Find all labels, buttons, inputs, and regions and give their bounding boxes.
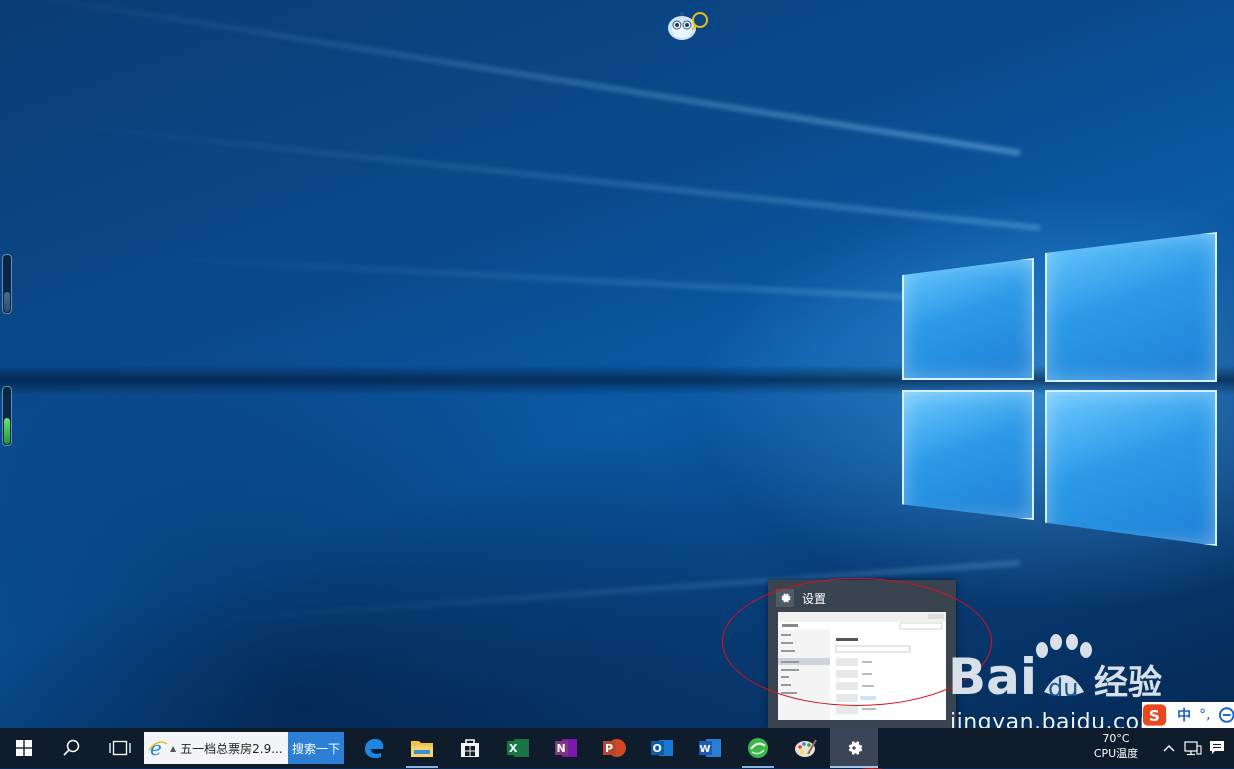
ie-search-text[interactable]: 五一档总票房2.9... [180,740,283,757]
svg-text:S: S [1149,707,1160,725]
search-now-button[interactable]: 搜索一下 [288,732,344,764]
powerpoint-icon: P [603,739,626,757]
network-icon [1184,741,1202,756]
left-edge-meter[interactable] [2,254,12,314]
wallpaper-pane [902,390,1034,520]
wallpaper-pane [1045,232,1217,382]
taskbar-outlook[interactable]: O [638,728,686,768]
svg-text:du: du [1048,674,1078,702]
ime-toolbar[interactable]: S 中 °, [1142,702,1234,728]
taskbar-settings[interactable] [830,728,878,768]
start-button[interactable] [0,728,48,768]
show-hidden-icons-button[interactable] [1160,738,1178,758]
settings-gear-icon [848,741,863,755]
paint-icon [795,739,817,757]
search-icon [63,739,80,756]
outlook-icon: O [651,740,673,756]
taskbar-excel[interactable]: X [494,728,542,768]
windows-start-icon [16,740,32,756]
svg-text:P: P [605,742,613,755]
store-icon [461,739,479,757]
notification-icon [1210,741,1224,754]
chevron-up-icon [1163,745,1175,752]
ime-punctuation-icon[interactable]: °, [1199,707,1210,723]
ime-mode-label[interactable]: 中 [1177,705,1191,725]
cpu-temperature-label: CPU温度 [1093,747,1139,760]
task-view-icon [109,740,131,756]
ie-search-box[interactable]: e ▲ 五一档总票房2.9... [144,732,288,764]
taskbar-powerpoint[interactable]: P [590,728,638,768]
browser-360-icon [748,738,768,758]
onenote-icon: N [555,739,577,757]
baidu-jingyan-logo: Bai du 经验 [948,634,1162,706]
taskbar-store[interactable] [446,728,494,768]
taskbar-edge[interactable] [350,728,398,768]
svg-text:O: O [653,742,662,755]
ime-skin-icon[interactable] [1218,707,1234,723]
edge-icon [365,738,384,759]
file-explorer-icon [411,741,433,757]
desktop-wallpaper [0,0,1234,728]
svg-text:e: e [150,738,162,758]
taskbar-file-explorer[interactable] [398,728,446,768]
excel-icon: X [507,739,529,757]
cpu-temperature-value: 70°C [1102,732,1130,745]
wallpaper-pane [1045,390,1217,546]
search-button[interactable] [48,728,96,768]
svg-text:N: N [557,742,566,755]
taskbar-paint[interactable] [782,728,830,768]
taskbar-word[interactable]: W [686,728,734,768]
task-view-button[interactable] [96,728,144,768]
svg-text:W: W [700,744,711,755]
floating-mascot-icon[interactable] [666,8,708,42]
taskbar-360-browser[interactable] [734,728,782,768]
svg-text:Bai: Bai [948,648,1037,706]
left-edge-battery-meter[interactable] [2,386,12,446]
ie-dropdown-arrow-icon[interactable]: ▲ [170,744,176,753]
svg-text:经验: 经验 [1094,663,1162,703]
action-center-button[interactable] [1208,738,1226,758]
sogou-ime-icon[interactable]: S [1142,703,1167,727]
word-icon: W [699,739,721,757]
wallpaper-pane [902,258,1034,380]
svg-text:X: X [509,742,518,755]
network-tray-button[interactable] [1184,738,1202,758]
ie-icon: e [148,738,168,758]
cpu-temperature[interactable]: 70°C CPU温度 [1088,731,1144,761]
taskbar-onenote[interactable]: N [542,728,590,768]
